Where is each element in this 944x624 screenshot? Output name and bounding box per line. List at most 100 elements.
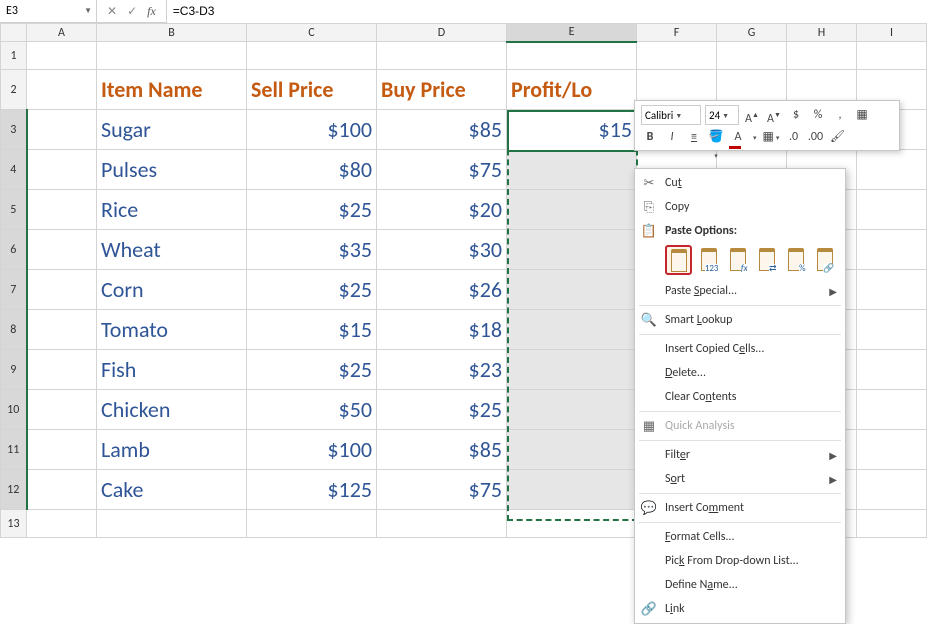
paste-icon[interactable] [665,245,692,275]
cell-D11[interactable]: $85 [377,430,507,470]
cell-B1[interactable] [97,42,247,70]
decrease-decimal-icon[interactable]: .0 [785,128,803,146]
cell-B12[interactable]: Cake [97,470,247,510]
row-header-12[interactable]: 12 [1,470,27,510]
cell-D6[interactable]: $30 [377,230,507,270]
decrease-font-icon[interactable]: A▼ [765,106,783,124]
cell-A2[interactable] [27,70,97,110]
worksheet[interactable]: A B C D E F G H I 1 2 Item Name Sell Pri… [0,23,944,538]
cell-E6[interactable] [507,230,637,270]
cell-D9[interactable]: $23 [377,350,507,390]
cell-A3[interactable] [27,110,97,150]
cell-C5[interactable]: $25 [247,190,377,230]
col-header-H[interactable]: H [787,24,857,42]
col-header-G[interactable]: G [717,24,787,42]
ctx-cut[interactable]: ✂Cut [635,171,845,195]
cell-B3[interactable]: Sugar [97,110,247,150]
bold-button[interactable]: B [641,128,659,146]
ctx-paste-special[interactable]: Paste Special...▶ [635,279,845,303]
enter-icon[interactable]: ✓ [127,4,137,19]
cell-E10[interactable] [507,390,637,430]
row-header-9[interactable]: 9 [1,350,27,390]
cell-C4[interactable]: $80 [247,150,377,190]
row-header-7[interactable]: 7 [1,270,27,310]
ctx-smart-lookup[interactable]: 🔍Smart Lookup [635,308,845,332]
col-header-C[interactable]: C [247,24,377,42]
cell-C6[interactable]: $35 [247,230,377,270]
cell-C3[interactable]: $100 [247,110,377,150]
borders-icon[interactable]: ▦ [853,106,871,124]
underline-button[interactable]: ≡ [685,128,703,146]
ctx-link[interactable]: 🔗Link [635,597,845,621]
row-header-10[interactable]: 10 [1,390,27,430]
cell-B11[interactable]: Lamb [97,430,247,470]
name-box[interactable]: E3 ▼ [0,0,97,22]
cell-B6[interactable]: Wheat [97,230,247,270]
cell-D2[interactable]: Buy Price [377,70,507,110]
cell-B8[interactable]: Tomato [97,310,247,350]
cell-A1[interactable] [27,42,97,70]
cell-D5[interactable]: $20 [377,190,507,230]
row-header-11[interactable]: 11 [1,430,27,470]
col-header-I[interactable]: I [857,24,927,42]
col-header-D[interactable]: D [377,24,507,42]
paste-values-icon[interactable]: 123 [696,245,721,273]
chevron-down-icon[interactable]: ▼ [673,111,684,120]
cell-D10[interactable]: $25 [377,390,507,430]
cell-D4[interactable]: $75 [377,150,507,190]
cell-C9[interactable]: $25 [247,350,377,390]
font-color-icon[interactable]: A [729,128,747,146]
fx-icon[interactable]: fx [147,4,156,19]
fill-color-icon[interactable]: 🪣▾ [707,128,725,146]
ctx-insert-comment[interactable]: 💬Insert Comment [635,496,845,520]
paste-link-icon[interactable]: 🔗 [812,245,837,273]
percent-icon[interactable]: % [809,106,827,124]
paste-formulas-icon[interactable]: fx [725,245,750,273]
cell-C7[interactable]: $25 [247,270,377,310]
ctx-clear-contents[interactable]: Clear Contents [635,385,845,409]
comma-icon[interactable]: , [831,106,849,124]
cell-E11[interactable] [507,430,637,470]
ctx-delete[interactable]: Delete... [635,361,845,385]
cell-C2[interactable]: Sell Price [247,70,377,110]
row-header-8[interactable]: 8 [1,310,27,350]
cell-B10[interactable]: Chicken [97,390,247,430]
cell-G1[interactable] [717,42,787,70]
ctx-define-name[interactable]: Define Name... [635,573,845,597]
cell-E5[interactable] [507,190,637,230]
row-header-6[interactable]: 6 [1,230,27,270]
cell-B7[interactable]: Corn [97,270,247,310]
select-all-corner[interactable] [1,24,27,42]
cell-H1[interactable] [787,42,857,70]
ctx-copy[interactable]: ⎘Copy [635,195,845,219]
row-header-4[interactable]: 4 [1,150,27,190]
ctx-sort[interactable]: Sort▶ [635,467,845,491]
row-header-3[interactable]: 3 [1,110,27,150]
row-header-13[interactable]: 13 [1,510,27,538]
ctx-format-cells[interactable]: Format Cells... [635,525,845,549]
cell-E12[interactable] [507,470,637,510]
paste-transpose-icon[interactable]: ⇄ [754,245,779,273]
ctx-filter[interactable]: Filter▶ [635,443,845,467]
mini-size-combo[interactable]: 24▼ [705,105,739,125]
cell-E1[interactable] [507,42,637,70]
name-box-dropdown-icon[interactable]: ▼ [84,6,92,16]
cell-C11[interactable]: $100 [247,430,377,470]
row-header-1[interactable]: 1 [1,42,27,70]
paste-formatting-icon[interactable]: % [783,245,808,273]
cell-E8[interactable] [507,310,637,350]
cell-F1[interactable] [637,42,717,70]
cell-D1[interactable] [377,42,507,70]
col-header-F[interactable]: F [637,24,717,42]
col-header-B[interactable]: B [97,24,247,42]
cell-D12[interactable]: $75 [377,470,507,510]
row-header-2[interactable]: 2 [1,70,27,110]
mini-font-combo[interactable]: Calibri▼ [641,105,701,125]
cell-B2[interactable]: Item Name [97,70,247,110]
ctx-pick-dropdown[interactable]: Pick From Drop-down List... [635,549,845,573]
cell-C12[interactable]: $125 [247,470,377,510]
increase-decimal-icon[interactable]: .00 [807,128,825,146]
increase-font-icon[interactable]: A▲ [743,106,761,124]
cell-C1[interactable] [247,42,377,70]
ctx-insert-copied[interactable]: Insert Copied Cells... [635,337,845,361]
